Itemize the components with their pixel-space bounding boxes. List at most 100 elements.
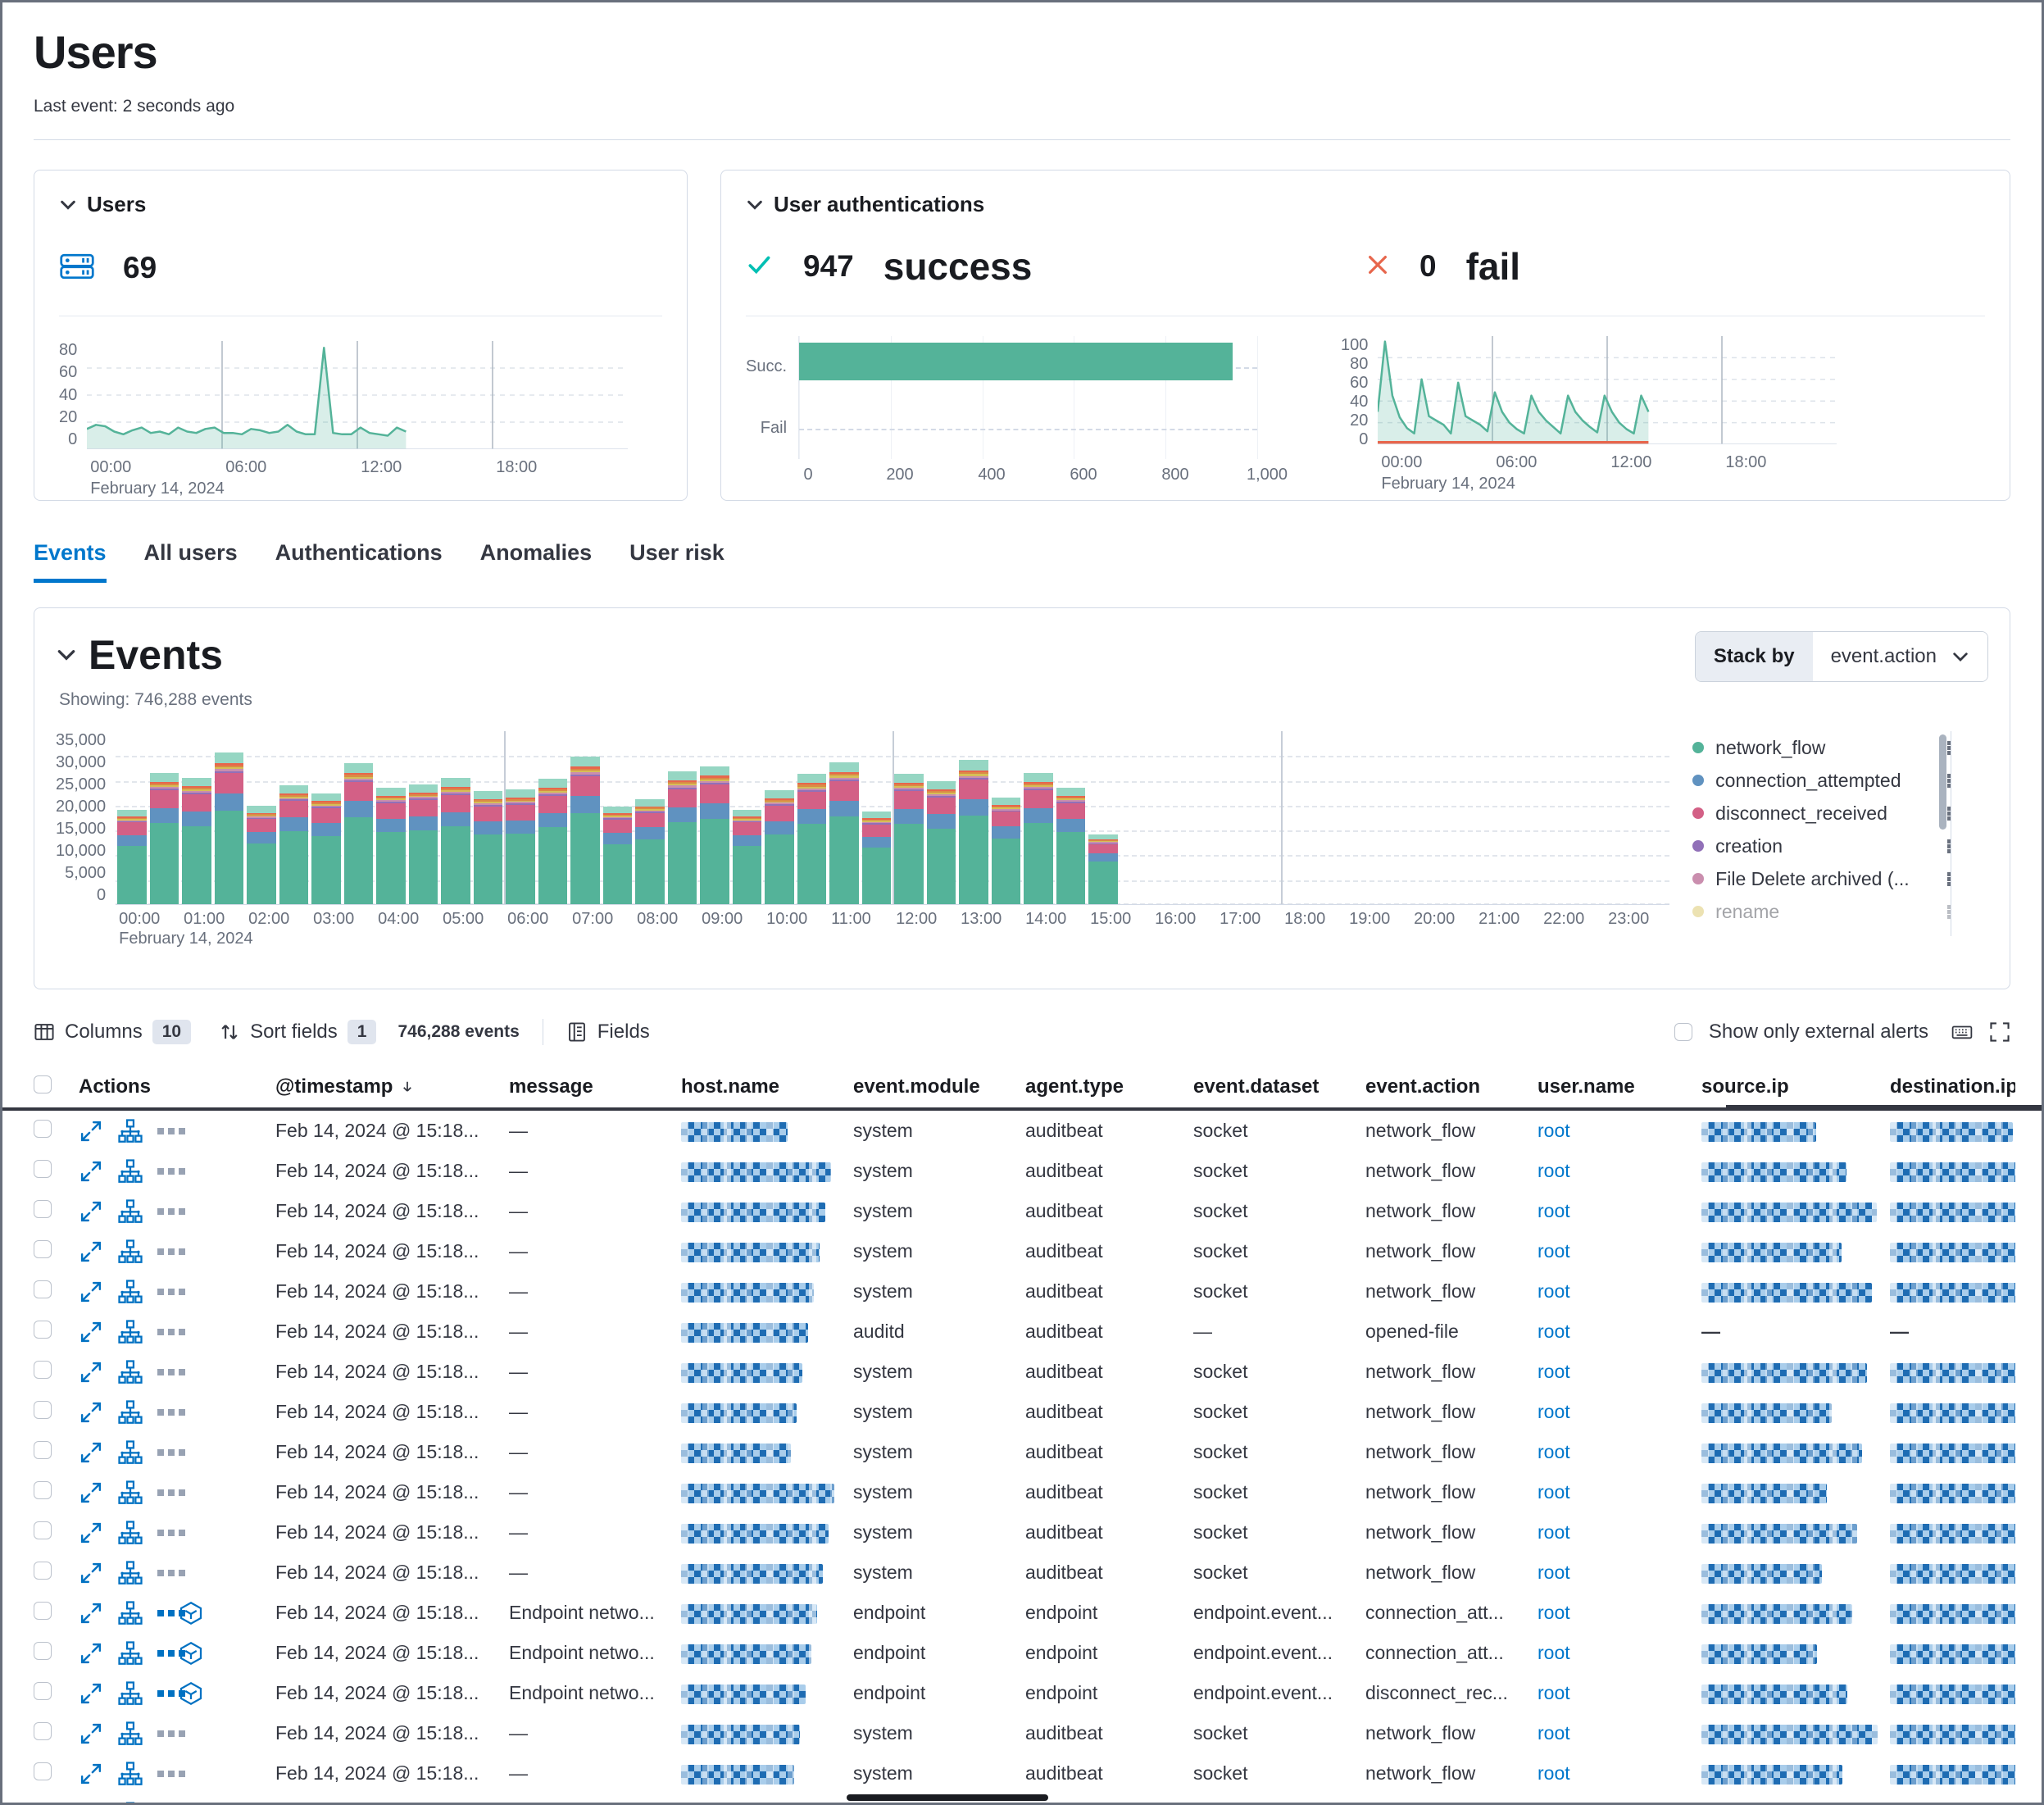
osquery-icon[interactable] [179, 1641, 203, 1666]
row-checkbox[interactable] [34, 1441, 52, 1459]
column-header-hostname[interactable]: host.name [681, 1075, 853, 1098]
user-name-link[interactable]: root [1538, 1160, 1570, 1181]
user-name-link[interactable]: root [1538, 1682, 1570, 1703]
legend-item[interactable]: disconnect_received [1692, 797, 1951, 830]
expand-event-icon[interactable] [79, 1119, 103, 1143]
expand-event-icon[interactable] [79, 1762, 103, 1786]
row-checkbox[interactable] [34, 1280, 52, 1298]
analyze-event-icon[interactable] [118, 1480, 143, 1505]
row-checkbox[interactable] [34, 1762, 52, 1780]
more-actions-icon[interactable] [157, 1771, 164, 1777]
analyze-event-icon[interactable] [118, 1239, 143, 1264]
user-name-link[interactable]: root [1538, 1200, 1570, 1221]
column-header-Actions[interactable]: Actions [79, 1075, 275, 1098]
analyze-event-icon[interactable] [118, 1681, 143, 1706]
analyze-event-icon[interactable] [118, 1762, 143, 1786]
more-actions-icon[interactable] [157, 1489, 164, 1496]
row-checkbox[interactable] [34, 1240, 52, 1258]
expand-event-icon[interactable] [79, 1199, 103, 1224]
user-name-link[interactable]: root [1538, 1481, 1570, 1503]
expand-event-icon[interactable] [79, 1280, 103, 1304]
row-checkbox[interactable] [34, 1682, 52, 1700]
osquery-icon[interactable] [179, 1601, 203, 1625]
column-header-eventdataset[interactable]: event.dataset [1193, 1075, 1365, 1098]
column-header-timestamp[interactable]: @timestamp [275, 1075, 509, 1098]
user-name-link[interactable]: root [1538, 1602, 1570, 1623]
expand-event-icon[interactable] [79, 1681, 103, 1706]
more-actions-icon[interactable] [157, 1610, 164, 1616]
stack-by-select[interactable]: Stack by event.action [1695, 631, 1988, 682]
more-actions-icon[interactable] [157, 1208, 164, 1215]
column-header-username[interactable]: user.name [1538, 1075, 1701, 1098]
more-actions-icon[interactable] [157, 1730, 164, 1737]
expand-event-icon[interactable] [79, 1440, 103, 1465]
expand-event-icon[interactable] [79, 1802, 103, 1805]
keyboard-icon[interactable] [1951, 1021, 1973, 1043]
expand-event-icon[interactable] [79, 1601, 103, 1625]
expand-event-icon[interactable] [79, 1159, 103, 1184]
expand-event-icon[interactable] [79, 1239, 103, 1264]
row-checkbox[interactable] [34, 1200, 52, 1218]
expand-event-icon[interactable] [79, 1360, 103, 1384]
row-checkbox[interactable] [34, 1481, 52, 1499]
analyze-event-icon[interactable] [118, 1641, 143, 1666]
tab-user-risk[interactable]: User risk [629, 540, 724, 583]
expand-event-icon[interactable] [79, 1320, 103, 1344]
legend-item[interactable]: network_flow [1692, 731, 1951, 764]
collapse-chevron-icon[interactable] [746, 196, 764, 214]
user-name-link[interactable]: root [1538, 1562, 1570, 1583]
more-actions-icon[interactable] [157, 1128, 164, 1134]
column-header-eventmodule[interactable]: event.module [853, 1075, 1025, 1098]
select-all-checkbox[interactable] [34, 1075, 52, 1093]
user-name-link[interactable]: root [1538, 1762, 1570, 1784]
row-checkbox[interactable] [34, 1321, 52, 1339]
external-alerts-checkbox[interactable] [1674, 1023, 1692, 1041]
tab-events[interactable]: Events [34, 540, 107, 583]
column-header-eventaction[interactable]: event.action [1365, 1075, 1538, 1098]
user-name-link[interactable]: root [1538, 1521, 1570, 1543]
row-checkbox[interactable] [34, 1120, 52, 1138]
analyze-event-icon[interactable] [118, 1199, 143, 1224]
expand-event-icon[interactable] [79, 1721, 103, 1746]
analyze-event-icon[interactable] [118, 1721, 143, 1746]
row-checkbox[interactable] [34, 1160, 52, 1178]
more-actions-icon[interactable] [157, 1329, 164, 1335]
horizontal-scrollbar[interactable] [847, 1794, 1048, 1801]
legend-item[interactable]: creation [1692, 830, 1951, 862]
user-name-link[interactable]: root [1538, 1722, 1570, 1744]
analyze-event-icon[interactable] [118, 1280, 143, 1304]
more-actions-icon[interactable] [157, 1530, 164, 1536]
tab-all-users[interactable]: All users [144, 540, 238, 583]
legend-item[interactable]: rename [1692, 895, 1951, 928]
fullscreen-icon[interactable] [1989, 1021, 2010, 1043]
user-name-link[interactable]: root [1538, 1642, 1570, 1663]
user-name-link[interactable]: root [1538, 1361, 1570, 1382]
analyze-event-icon[interactable] [118, 1601, 143, 1625]
row-checkbox[interactable] [34, 1401, 52, 1419]
collapse-chevron-icon[interactable] [56, 644, 77, 666]
sort-fields-button[interactable]: Sort fields 1 [219, 1020, 376, 1044]
row-checkbox[interactable] [34, 1521, 52, 1539]
analyze-event-icon[interactable] [118, 1561, 143, 1585]
user-name-link[interactable]: root [1538, 1401, 1570, 1422]
legend-item[interactable]: connection_attempted [1692, 764, 1951, 797]
tab-authentications[interactable]: Authentications [275, 540, 443, 583]
analyze-event-icon[interactable] [118, 1440, 143, 1465]
column-header-destinationip[interactable]: destination.ip [1890, 1075, 2015, 1098]
analyze-event-icon[interactable] [118, 1360, 143, 1384]
expand-event-icon[interactable] [79, 1521, 103, 1545]
more-actions-icon[interactable] [157, 1168, 164, 1175]
analyze-event-icon[interactable] [118, 1802, 143, 1805]
analyze-event-icon[interactable] [118, 1521, 143, 1545]
analyze-event-icon[interactable] [118, 1400, 143, 1425]
legend-item[interactable]: File Delete archived (... [1692, 862, 1951, 895]
expand-event-icon[interactable] [79, 1561, 103, 1585]
analyze-event-icon[interactable] [118, 1320, 143, 1344]
osquery-icon[interactable] [179, 1681, 203, 1706]
more-actions-icon[interactable] [157, 1289, 164, 1295]
user-name-link[interactable]: root [1538, 1321, 1570, 1342]
row-checkbox[interactable] [34, 1361, 52, 1379]
fields-button[interactable]: Fields [566, 1021, 650, 1043]
more-actions-icon[interactable] [157, 1449, 164, 1456]
legend-scrollbar[interactable] [1939, 734, 1946, 830]
